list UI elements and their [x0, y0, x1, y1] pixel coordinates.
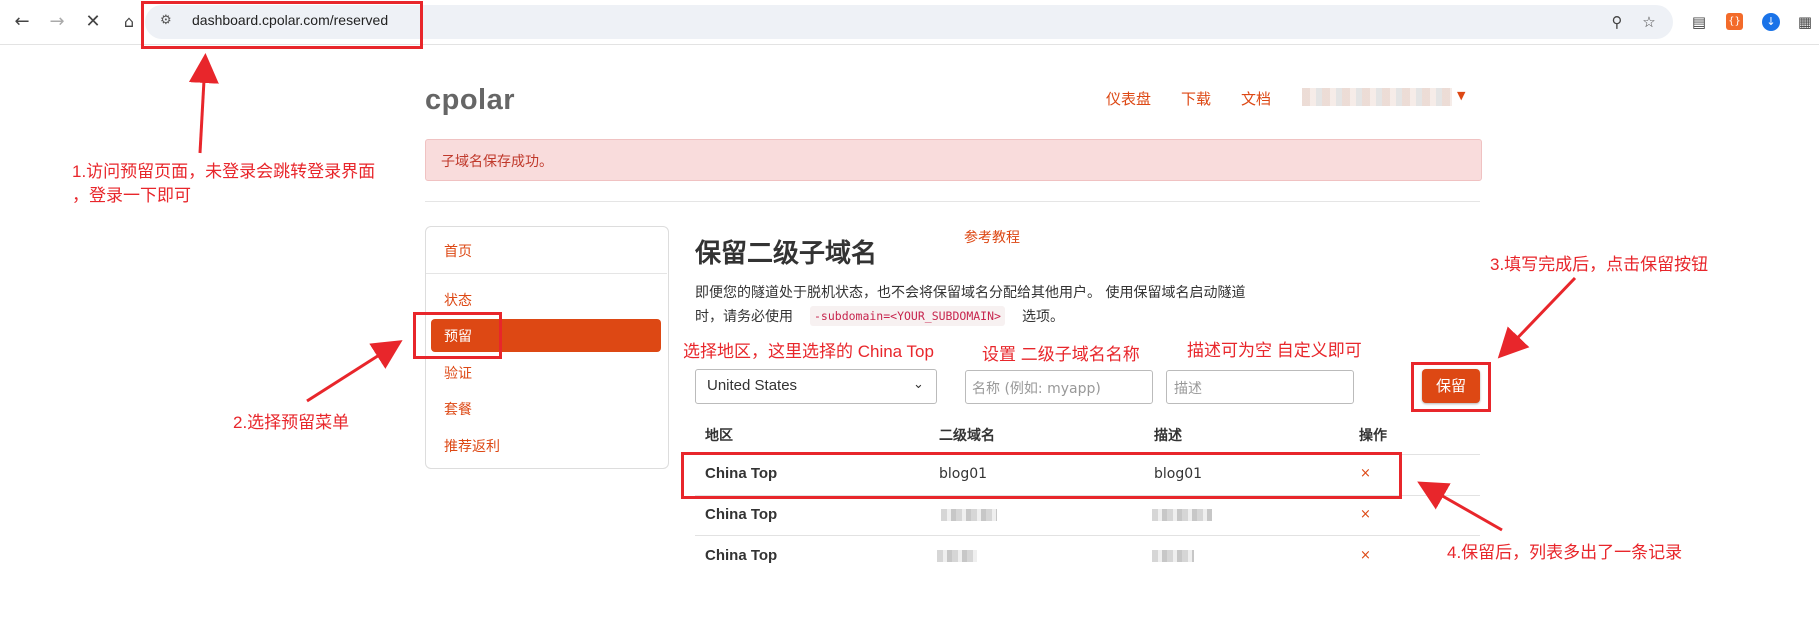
annotation-step1-line2: ，登录一下即可 — [72, 186, 191, 205]
annotation-region-hint: 选择地区，这里选择的 China Top — [683, 342, 934, 361]
annotation-name-hint: 设置 二级子域名名称 — [982, 345, 1140, 364]
arrow-step4 — [1417, 481, 1503, 532]
arrow-step3 — [1497, 276, 1577, 359]
annotation-step2: 2.选择预留菜单 — [233, 413, 350, 432]
arrow-step2 — [306, 340, 403, 403]
annotation-step1-line1: 1.访问预留页面，未登录会跳转登录界面 — [72, 162, 376, 181]
arrow-step1 — [188, 53, 219, 154]
annotation-arrows — [188, 53, 1577, 532]
annotation-desc-hint: 描述可为空 自定义即可 — [1187, 341, 1362, 360]
annotation-step4: 4.保留后，列表多出了一条记录 — [1447, 543, 1683, 562]
annotation-step3: 3.填写完成后，点击保留按钮 — [1490, 255, 1709, 274]
